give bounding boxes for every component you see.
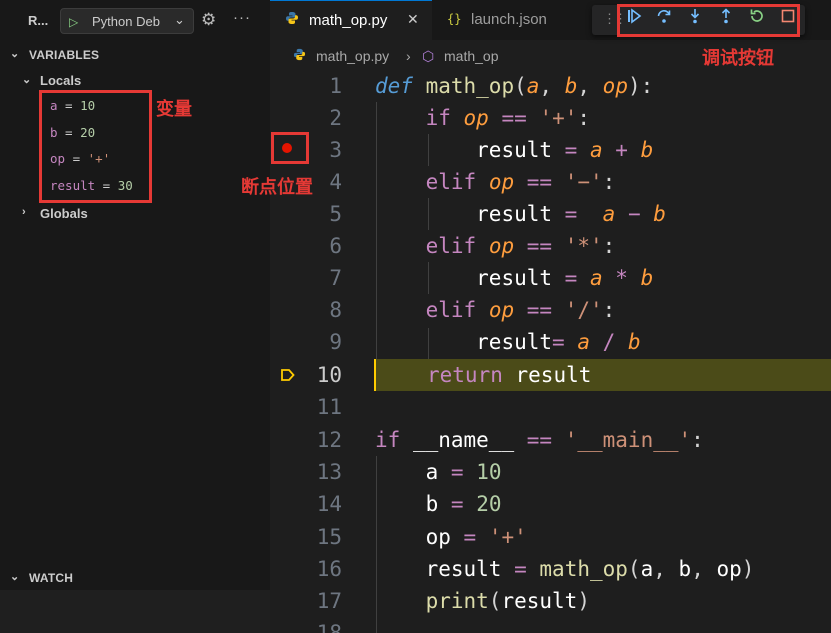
code-line[interactable]: 12 if __name__ == '__main__':: [270, 424, 831, 456]
breadcrumb-symbol[interactable]: math_op: [444, 48, 498, 64]
tab-label: math_op.py: [309, 12, 388, 29]
python-file-icon: [285, 11, 299, 28]
code-line[interactable]: 13 a = 10: [270, 456, 831, 488]
line-number: 7: [329, 266, 342, 290]
watch-panel: [0, 590, 270, 633]
tab-math-op[interactable]: math_op.py ✕: [270, 0, 432, 40]
code-line[interactable]: 2 if op == '+':: [270, 102, 831, 134]
chevron-right-icon: ›: [406, 48, 411, 64]
variables-highlight-box: [39, 90, 152, 203]
code-line[interactable]: 18: [270, 617, 831, 633]
code-line[interactable]: 8 elif op == '/':: [270, 294, 831, 326]
line-number: 15: [316, 525, 342, 549]
debug-buttons-highlight-box: [617, 4, 800, 37]
code-editor: math_op.py ✕ {} launch.json math_op.py ›…: [270, 0, 831, 633]
launch-config-select[interactable]: ▷ Python Deb ⌄: [60, 8, 194, 34]
more-actions-icon[interactable]: ···: [233, 9, 251, 26]
code-line[interactable]: 1 def math_op(a, b, op):: [270, 70, 831, 102]
breakpoint-annotation: 断点位置: [241, 177, 313, 198]
code-line[interactable]: 5 result = a − b: [270, 198, 831, 230]
python-file-icon: [293, 48, 306, 64]
gear-icon[interactable]: ⚙: [201, 10, 216, 30]
line-number: 14: [316, 492, 342, 516]
line-number: 12: [316, 428, 342, 452]
tab-label: launch.json: [471, 11, 547, 28]
start-debugging-icon[interactable]: ▷: [69, 15, 78, 29]
variables-section-header[interactable]: ⌄ VARIABLES: [0, 43, 270, 67]
symbol-method-icon: ⬡: [422, 48, 435, 64]
code-line[interactable]: 15 op = '+': [270, 521, 831, 553]
code-line[interactable]: 4 elif op == '−':: [270, 166, 831, 198]
locals-label: Locals: [40, 73, 82, 88]
watch-section-header[interactable]: ⌄ WATCH: [0, 566, 270, 590]
line-number: 11: [316, 395, 342, 419]
code-line[interactable]: 9 result= a / b: [270, 326, 831, 358]
watch-title: WATCH: [29, 571, 74, 585]
globals-scope[interactable]: › Globals: [0, 203, 270, 225]
chevron-down-icon: ⌄: [22, 74, 32, 86]
debug-buttons-annotation: 调试按钮: [702, 48, 774, 69]
code-line[interactable]: 6 elif op == '*':: [270, 230, 831, 262]
globals-label: Globals: [40, 206, 88, 221]
view-title: R...: [28, 13, 49, 28]
variables-annotation: 变量: [156, 99, 192, 120]
line-number: 13: [316, 460, 342, 484]
code-line[interactable]: 14 b = 20: [270, 488, 831, 520]
chevron-down-icon: ⌄: [10, 571, 20, 583]
line-number: 10: [316, 363, 342, 387]
breakpoint-highlight-box: [271, 132, 309, 164]
code-line-current[interactable]: 10 return result: [270, 359, 831, 391]
code-line[interactable]: 17 print(result): [270, 585, 831, 617]
launch-config-label: Python Deb: [92, 14, 160, 29]
line-number: 2: [329, 106, 342, 130]
chevron-down-icon: ⌄: [10, 48, 20, 60]
run-debug-header: R... ▷ Python Deb ⌄ ⚙ ···: [0, 0, 270, 40]
json-file-icon: {}: [447, 12, 462, 26]
variables-title: VARIABLES: [29, 48, 100, 62]
tab-launch-json[interactable]: {} launch.json: [432, 0, 582, 40]
line-number: 9: [329, 330, 342, 354]
code-line[interactable]: 7 result = a * b: [270, 262, 831, 294]
line-number: 5: [329, 202, 342, 226]
line-number: 8: [329, 298, 342, 322]
locals-scope[interactable]: ⌄ Locals: [0, 70, 270, 92]
line-number: 16: [316, 557, 342, 581]
line-number: 18: [316, 621, 342, 633]
chevron-down-icon[interactable]: ⌄: [174, 12, 185, 28]
code-line[interactable]: 11: [270, 391, 831, 423]
close-icon[interactable]: ✕: [407, 11, 419, 28]
breadcrumb-file[interactable]: math_op.py: [316, 48, 389, 64]
line-number: 6: [329, 234, 342, 258]
chevron-right-icon: ›: [22, 206, 26, 218]
code-line[interactable]: 16 result = math_op(a, b, op): [270, 553, 831, 585]
line-number: 17: [316, 589, 342, 613]
code-line[interactable]: 3 result = a + b: [270, 134, 831, 166]
line-number: 1: [329, 74, 342, 98]
